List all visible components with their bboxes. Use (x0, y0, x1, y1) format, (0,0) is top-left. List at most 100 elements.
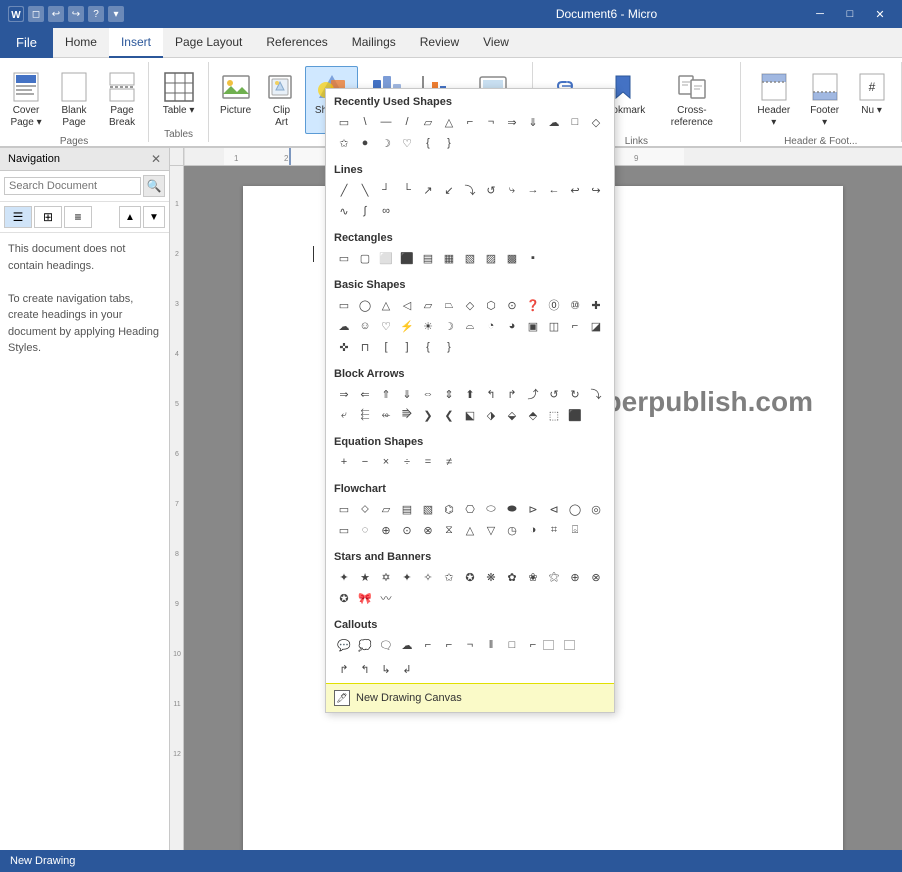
star-24[interactable]: ✿ (502, 567, 522, 587)
basic-sq-bkt2[interactable]: ] (397, 337, 417, 357)
cover-page-button[interactable]: CoverPage ▾ (3, 66, 49, 134)
eq-minus[interactable]: − (355, 452, 375, 472)
basic-cross[interactable]: ✜ (334, 337, 354, 357)
flow-delay[interactable]: ◑ (523, 520, 543, 540)
line-scurve[interactable]: ⤵ (460, 180, 480, 200)
line-elbow2[interactable]: └ (397, 180, 417, 200)
basic-pie[interactable]: ◕ (502, 316, 522, 336)
basic-trap[interactable]: ⏢ (439, 295, 459, 315)
shape-rtriangle[interactable]: ⌐ (460, 112, 480, 132)
block-notched-r[interactable]: ⬰ (376, 405, 396, 425)
block-bend-down[interactable]: ↱ (502, 384, 522, 404)
rect-snip8[interactable]: ▪ (523, 248, 543, 268)
line-arrow4[interactable]: ↪ (586, 180, 606, 200)
nav-close-button[interactable]: ✕ (151, 152, 161, 166)
basic-oct[interactable]: ⊙ (502, 295, 522, 315)
callout-border-accent[interactable]: □ (502, 635, 522, 655)
basic-brace2[interactable]: } (439, 337, 459, 357)
shape-line1[interactable]: \ (355, 112, 375, 132)
star-32[interactable]: ❀ (523, 567, 543, 587)
star-8[interactable]: ✧ (418, 567, 438, 587)
block-down[interactable]: ⇓ (397, 384, 417, 404)
basic-cloud[interactable]: ☁ (334, 316, 354, 336)
block-quad[interactable]: ⬆ (460, 384, 480, 404)
banner-horiz[interactable]: ✪ (334, 588, 354, 608)
shape-moon[interactable]: ☽ (376, 133, 396, 153)
banner-up[interactable]: ⊕ (565, 567, 585, 587)
rect-snip6[interactable]: ▨ (481, 248, 501, 268)
flow-decision[interactable]: ⬦ (355, 499, 375, 519)
callout-line-accent[interactable]: ⌐ (523, 635, 543, 655)
block-uturn[interactable]: ⤴ (523, 384, 543, 404)
star-16[interactable]: ❋ (481, 567, 501, 587)
line-curved[interactable]: ↙ (439, 180, 459, 200)
rect-snip2[interactable]: ⬛ (397, 248, 417, 268)
line-freeform[interactable]: ∫ (355, 201, 375, 221)
callout-cloud[interactable]: ☁ (397, 635, 417, 655)
footer-button[interactable]: Footer ▾ (801, 66, 848, 134)
flow-extract[interactable]: △ (460, 520, 480, 540)
flow-manual-op[interactable]: ⊲ (544, 499, 564, 519)
rect-basic[interactable]: ▭ (334, 248, 354, 268)
shape-cloud[interactable]: ☁ (544, 112, 564, 132)
banner-wave[interactable]: ⚝ (544, 567, 564, 587)
block-arrow-callout-r[interactable]: ⬕ (460, 405, 480, 425)
basic-rect[interactable]: ▭ (334, 295, 354, 315)
shape-rectangle[interactable]: ▭ (334, 112, 354, 132)
page-break-button[interactable]: PageBreak (99, 66, 145, 134)
basic-half-frame[interactable]: ◫ (544, 316, 564, 336)
minimize-button[interactable]: ─ (806, 0, 834, 28)
flow-data[interactable]: ▱ (376, 499, 396, 519)
callout-extra2[interactable]: ↰ (355, 659, 375, 679)
flow-internal[interactable]: ▧ (418, 499, 438, 519)
star-5[interactable]: ★ (355, 567, 375, 587)
flow-manual[interactable]: ⊳ (523, 499, 543, 519)
block-arrow-callout-l[interactable]: ⬗ (481, 405, 501, 425)
block-arrow-callout-lr[interactable]: ⬚ (544, 405, 564, 425)
picture-button[interactable]: Picture (214, 66, 258, 122)
block-striped-r[interactable]: ⬱ (355, 405, 375, 425)
shape-arrow-down[interactable]: ⇓ (523, 112, 543, 132)
star-6[interactable]: ✡ (376, 567, 396, 587)
banner-down[interactable]: ⊗ (586, 567, 606, 587)
nav-next-button[interactable]: ▼ (143, 206, 165, 228)
block-arrow-callout-u[interactable]: ⬙ (502, 405, 522, 425)
shape-line2[interactable]: — (376, 112, 396, 132)
flow-process[interactable]: ▭ (334, 499, 354, 519)
flow-database[interactable]: ⌗ (544, 520, 564, 540)
help-icon[interactable]: ? (88, 6, 104, 22)
flow-store[interactable]: ◷ (502, 520, 522, 540)
shape-arrow-right[interactable]: ⇒ (502, 112, 522, 132)
tab-file[interactable]: File (0, 28, 53, 58)
callout-extra4[interactable]: ↲ (397, 659, 417, 679)
block-arrow-callout-quad[interactable]: ⬛ (565, 405, 585, 425)
shape-bracket1[interactable]: { (418, 133, 438, 153)
callout-rounded-rect[interactable]: 💭 (355, 635, 375, 655)
flow-or[interactable]: ⊙ (397, 520, 417, 540)
basic-brace1[interactable]: { (418, 337, 438, 357)
basic-arc[interactable]: ⌓ (460, 316, 480, 336)
callout-extra3[interactable]: ↳ (376, 659, 396, 679)
eq-equals[interactable]: = (418, 452, 438, 472)
callout-accent-bar[interactable]: ‖ (481, 635, 501, 655)
flow-card[interactable]: ▭ (334, 520, 354, 540)
basic-tri[interactable]: △ (376, 295, 396, 315)
flow-off-conn[interactable]: ◎ (586, 499, 606, 519)
callout-extra1[interactable]: ↱ (334, 659, 354, 679)
block-ud[interactable]: ⇕ (439, 384, 459, 404)
flow-collate[interactable]: ⊗ (418, 520, 438, 540)
line-elbow3[interactable]: ↗ (418, 180, 438, 200)
shape-rect2[interactable]: □ (565, 112, 585, 132)
tab-page-layout[interactable]: Page Layout (163, 28, 254, 58)
block-chevron-l[interactable]: ❮ (439, 405, 459, 425)
shape-dot[interactable]: ⦁ (355, 133, 375, 153)
shape-heart[interactable]: ♡ (397, 133, 417, 153)
block-loop[interactable]: ↺ (544, 384, 564, 404)
basic-smiley[interactable]: ☺ (355, 316, 375, 336)
shape-bracket2[interactable]: } (439, 133, 459, 153)
shape-angle1[interactable]: ¬ (481, 112, 501, 132)
customize-icon[interactable]: ▾ (108, 6, 124, 22)
callout-no-border[interactable]: ⃞ (544, 635, 564, 655)
callout-line[interactable]: ⌐ (418, 635, 438, 655)
block-curved-r[interactable]: ⤵ (586, 384, 606, 404)
